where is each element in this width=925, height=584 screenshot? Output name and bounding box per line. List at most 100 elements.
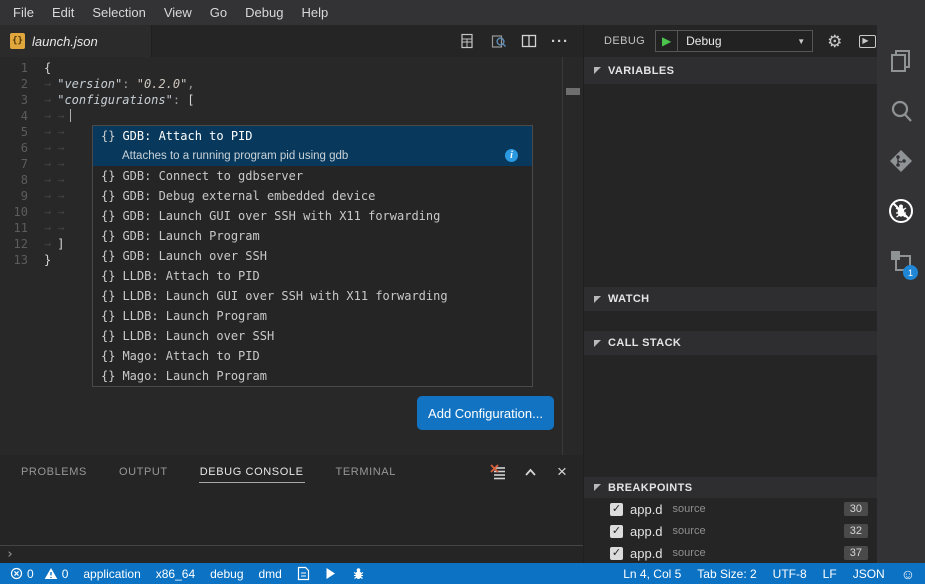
problems-status[interactable]: 0 0 (10, 567, 68, 581)
menu-item-view[interactable]: View (155, 0, 201, 25)
status-item-application[interactable]: application (83, 567, 140, 581)
open-preview-icon[interactable] (489, 32, 507, 50)
extensions-icon[interactable]: 1 (877, 236, 925, 286)
suggest-item[interactable]: {}GDB: Attach to PID (93, 126, 532, 146)
suggest-item[interactable]: {}LLDB: Launch GUI over SSH with X11 for… (93, 286, 532, 306)
chevron-down-icon: ▼ (797, 37, 812, 46)
editor-scrollbar-thumb[interactable] (566, 88, 580, 95)
section-watch[interactable]: WATCH (584, 287, 877, 311)
breakpoint-row[interactable]: ✓app.dsource32 (584, 520, 877, 542)
code-token: →→ (44, 205, 70, 219)
search-icon[interactable] (877, 86, 925, 136)
repl-prompt: › (6, 547, 14, 562)
code-token: →→ (44, 173, 70, 187)
code-line[interactable]: 3→"configurations": [ (0, 92, 583, 108)
start-debugging-button[interactable]: ▶ (656, 31, 678, 51)
snippet-icon: {} (101, 229, 115, 243)
editor-actions: ··· (458, 25, 583, 57)
cursor-position[interactable]: Ln 4, Col 5 (623, 567, 681, 581)
code-token: →→ (44, 221, 70, 235)
tab-title: launch.json (32, 34, 98, 49)
menu-item-selection[interactable]: Selection (83, 0, 154, 25)
section-call-stack[interactable]: CALL STACK (584, 331, 877, 355)
suggest-item[interactable]: {}GDB: Debug external embedded device (93, 186, 532, 206)
indentation[interactable]: Tab Size: 2 (697, 567, 756, 581)
breakpoint-file: app.d (630, 546, 663, 561)
suggest-item[interactable]: {}GDB: Connect to gdbserver (93, 166, 532, 186)
code-token: "0.2.0" (137, 77, 188, 91)
suggest-item[interactable]: {}Mago: Launch Program (93, 366, 532, 386)
eol[interactable]: LF (823, 567, 837, 581)
debug-icon[interactable] (877, 186, 925, 236)
breakpoint-checkbox[interactable]: ✓ (610, 547, 623, 560)
debug-console-toggle-icon[interactable]: ▶ (859, 35, 876, 48)
code-line[interactable]: 2→"version": "0.2.0", (0, 76, 583, 92)
status-item-debug[interactable]: debug (210, 567, 243, 581)
menu-item-go[interactable]: Go (201, 0, 236, 25)
suggest-item-label: GDB: Attach to PID (122, 129, 252, 143)
code-token: } (44, 253, 51, 267)
encoding[interactable]: UTF-8 (773, 567, 807, 581)
status-item-x86_64[interactable]: x86_64 (156, 567, 195, 581)
menu-item-help[interactable]: Help (292, 0, 337, 25)
explorer-icon[interactable] (877, 36, 925, 86)
language-mode[interactable]: JSON (853, 567, 885, 581)
clear-console-icon[interactable] (489, 463, 507, 481)
play-icon: ▶ (662, 34, 671, 48)
suggest-item[interactable]: {}LLDB: Launch Program (93, 306, 532, 326)
debug-console-input[interactable]: › (0, 545, 583, 563)
status-bar-right: Ln 4, Col 5 Tab Size: 2 UTF-8 LF JSON ☺ (607, 566, 915, 582)
suggest-item[interactable]: {}LLDB: Attach to PID (93, 266, 532, 286)
breakpoint-type: source (673, 547, 706, 559)
breakpoint-checkbox[interactable]: ✓ (610, 503, 623, 516)
close-panel-icon[interactable]: × (553, 463, 571, 481)
watch-body (584, 311, 877, 331)
breakpoint-row[interactable]: ✓app.dsource30 (584, 498, 877, 520)
editor-region: {} launch.json ··· 1{2→"version": "0.2.0… (0, 25, 583, 563)
suggest-item[interactable]: {}GDB: Launch GUI over SSH with X11 forw… (93, 206, 532, 226)
suggest-item[interactable]: {}LLDB: Launch over SSH (93, 326, 532, 346)
suggest-item-label: LLDB: Launch over SSH (122, 329, 274, 343)
panel-tab-terminal[interactable]: TERMINAL (335, 462, 397, 482)
breakpoint-row[interactable]: ✓app.dsource37 (584, 542, 877, 564)
section-breakpoints[interactable]: BREAKPOINTS (584, 477, 877, 498)
line-content: { (44, 60, 583, 76)
source-control-icon[interactable] (877, 136, 925, 186)
debug-toolbar-title: DEBUG (604, 35, 645, 47)
suggest-item[interactable]: {}Mago: Attach to PID (93, 346, 532, 366)
panel-tab-debug-console[interactable]: DEBUG CONSOLE (199, 462, 305, 483)
run-icon[interactable] (325, 567, 336, 580)
configure-gear-icon[interactable]: ⚙ (827, 33, 842, 50)
launch-configuration-select[interactable]: ▶ Debug ▼ (655, 30, 813, 52)
code-token: →→ (44, 125, 70, 139)
more-actions-icon[interactable]: ··· (551, 32, 569, 50)
breakpoint-type: source (673, 525, 706, 537)
menu-item-edit[interactable]: Edit (43, 0, 83, 25)
code-token: →→ (44, 141, 70, 155)
breakpoint-checkbox[interactable]: ✓ (610, 525, 623, 538)
tab-launch-json[interactable]: {} launch.json (0, 25, 152, 57)
section-variables[interactable]: VARIABLES (584, 57, 877, 84)
suggest-item[interactable]: {}GDB: Launch Program (93, 226, 532, 246)
feedback-smiley-icon[interactable]: ☺ (901, 566, 915, 582)
code-token: →→ (44, 189, 70, 203)
error-icon (10, 567, 23, 580)
bug-icon[interactable] (351, 567, 366, 581)
panel-tab-output[interactable]: OUTPUT (118, 462, 169, 482)
code-line[interactable]: 4→→ (0, 108, 583, 124)
panel-tab-problems[interactable]: PROBLEMS (20, 462, 88, 482)
menu-item-debug[interactable]: Debug (236, 0, 292, 25)
code-token: → (44, 237, 57, 251)
split-editor-icon[interactable] (520, 32, 538, 50)
status-item-dmd[interactable]: dmd (259, 567, 282, 581)
info-icon[interactable]: i (505, 149, 518, 162)
open-changes-icon[interactable] (458, 32, 476, 50)
menu-item-file[interactable]: File (4, 0, 43, 25)
code-token: : (173, 93, 187, 107)
project-file-icon[interactable] (297, 566, 310, 581)
code-line[interactable]: 1{ (0, 60, 583, 76)
add-configuration-button[interactable]: Add Configuration... (417, 396, 554, 430)
code-token: , (187, 77, 194, 91)
maximize-panel-icon[interactable] (521, 463, 539, 481)
suggest-item[interactable]: {}GDB: Launch over SSH (93, 246, 532, 266)
